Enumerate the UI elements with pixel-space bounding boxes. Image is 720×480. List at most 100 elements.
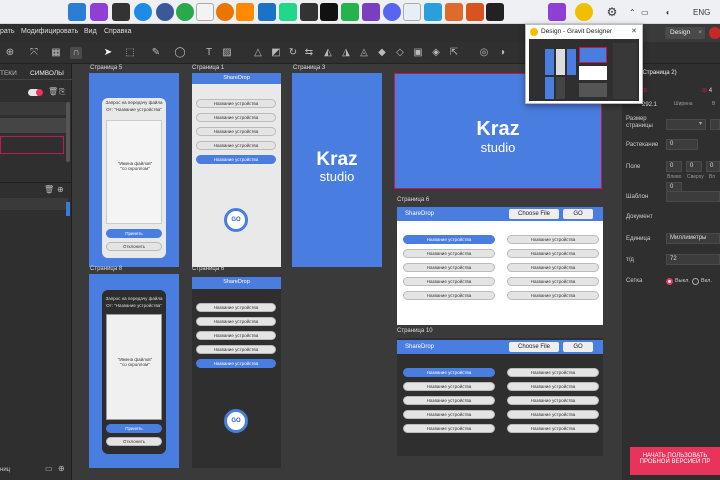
device-item[interactable]: Название устройства bbox=[507, 235, 599, 244]
zoom-icon[interactable]: ⊕ bbox=[4, 47, 16, 59]
fit-icon[interactable]: ⤧ bbox=[28, 47, 40, 59]
app-icon-12[interactable] bbox=[466, 3, 484, 21]
device-item[interactable]: Название устройства bbox=[196, 317, 276, 326]
orientation-select[interactable] bbox=[710, 119, 720, 130]
desktop-icon[interactable] bbox=[68, 3, 86, 21]
margin-left-input[interactable]: 0 bbox=[666, 161, 682, 172]
decline-button[interactable]: Отклонить bbox=[106, 437, 162, 446]
intersect-icon[interactable]: ◇ bbox=[394, 47, 406, 59]
choose-file-button[interactable]: Choose File bbox=[509, 342, 559, 352]
layer-row-selected[interactable] bbox=[0, 136, 64, 154]
decline-button[interactable]: Отклонить bbox=[106, 242, 162, 251]
app-icon-11[interactable] bbox=[445, 3, 463, 21]
close-icon[interactable]: ✕ bbox=[631, 27, 637, 35]
scrollbar[interactable] bbox=[66, 102, 70, 162]
device-item-selected[interactable]: Название устройства bbox=[196, 359, 276, 368]
device-item[interactable]: Название устройства bbox=[196, 331, 276, 340]
page-size-select[interactable]: ▾ bbox=[666, 119, 706, 130]
menu-item-view[interactable]: Вид bbox=[84, 28, 97, 35]
device-item[interactable]: Название устройства bbox=[507, 263, 599, 272]
pen-icon[interactable]: ✎ bbox=[150, 47, 162, 59]
magnet-icon[interactable]: ∩ bbox=[70, 47, 82, 59]
tab-design[interactable]: Design × bbox=[665, 27, 705, 39]
network-icon[interactable]: ▭ bbox=[641, 8, 649, 17]
device-item-selected[interactable]: Название устройства bbox=[196, 155, 276, 164]
chrome-icon[interactable] bbox=[176, 3, 194, 21]
app-icon-3[interactable] bbox=[134, 3, 152, 21]
bleed-input[interactable]: 0 bbox=[666, 139, 698, 150]
layer-row[interactable] bbox=[0, 118, 66, 133]
canvas[interactable]: Страница 5 Запрос на передачу файла От: … bbox=[72, 64, 622, 480]
discord-icon[interactable] bbox=[383, 3, 401, 21]
device-item-selected[interactable]: Название устройства bbox=[403, 368, 495, 377]
app-icon-7[interactable] bbox=[279, 3, 297, 21]
figma-icon[interactable] bbox=[236, 3, 254, 21]
align-icon[interactable]: △ bbox=[252, 47, 264, 59]
go-button[interactable]: GO bbox=[224, 409, 248, 433]
device-item[interactable]: Название устройства bbox=[403, 424, 495, 433]
layer-row[interactable] bbox=[0, 198, 68, 210]
rotate-icon[interactable]: ↻ bbox=[287, 47, 299, 59]
grid-on-radio[interactable] bbox=[692, 278, 699, 285]
telegram-icon[interactable] bbox=[424, 3, 442, 21]
image-icon[interactable]: ▨ bbox=[221, 47, 233, 59]
app-icon-13[interactable] bbox=[486, 3, 504, 21]
flip-icon[interactable]: ⇆ bbox=[303, 47, 315, 59]
layer-row[interactable] bbox=[0, 102, 66, 115]
page-8[interactable]: Запрос на передачу файла От: "Название у… bbox=[89, 274, 179, 468]
app-icon-8[interactable] bbox=[300, 3, 318, 21]
device-item[interactable]: Название устройства bbox=[507, 424, 599, 433]
add-icon[interactable]: ⊕ bbox=[58, 464, 65, 473]
margin-right-input[interactable]: 0 bbox=[706, 161, 720, 172]
pos-y-field[interactable]: ⊞ 4 bbox=[702, 84, 720, 98]
scrollbar[interactable] bbox=[66, 202, 70, 216]
app-icon-4[interactable] bbox=[156, 3, 174, 21]
device-item-selected[interactable]: Название устройства bbox=[403, 235, 495, 244]
trash-icon[interactable]: 🗑 bbox=[44, 185, 54, 194]
boolean-icon[interactable]: ◩ bbox=[270, 47, 282, 59]
accept-button[interactable]: Принять bbox=[106, 424, 162, 433]
units-select[interactable]: Миллиметры bbox=[666, 233, 720, 244]
taskbar-preview[interactable]: Design - Gravit Designer ✕ bbox=[525, 24, 643, 104]
page-label-10[interactable]: Страница 10 bbox=[397, 328, 433, 334]
pycharm-icon[interactable] bbox=[320, 3, 338, 21]
device-item[interactable]: Название устройства bbox=[403, 382, 495, 391]
more-icon[interactable]: ◎ bbox=[478, 47, 490, 59]
grid-icon[interactable]: ▦ bbox=[50, 47, 62, 59]
device-item[interactable]: Название устройства bbox=[507, 291, 599, 300]
arrange-icon[interactable]: ◭ bbox=[322, 47, 334, 59]
menu-item-modify[interactable]: Модифицировать bbox=[21, 28, 78, 35]
accept-button[interactable]: Принять bbox=[106, 229, 162, 238]
device-item[interactable]: Название устройства bbox=[507, 382, 599, 391]
tray-chevron-icon[interactable]: ⌃ bbox=[629, 8, 636, 17]
text-icon[interactable]: T bbox=[203, 47, 215, 59]
page-6-landscape[interactable]: ShareDrop Choose File GO Название устрой… bbox=[397, 207, 603, 325]
app-icon-9[interactable] bbox=[341, 3, 359, 21]
device-item[interactable]: Название устройства bbox=[507, 277, 599, 286]
pointer-icon[interactable]: ➤ bbox=[102, 47, 114, 59]
gravit-taskbar-icon[interactable] bbox=[575, 3, 593, 21]
page-label-8[interactable]: Страница 8 bbox=[90, 266, 122, 272]
device-item[interactable]: Название устройства bbox=[507, 410, 599, 419]
trash-icon[interactable]: 🗑 bbox=[48, 87, 58, 96]
subselect-icon[interactable]: ⬚ bbox=[124, 47, 136, 59]
app-icon-14[interactable] bbox=[548, 3, 566, 21]
app-icon-2[interactable] bbox=[112, 3, 130, 21]
close-icon[interactable]: × bbox=[698, 27, 702, 39]
choose-file-button[interactable]: Choose File bbox=[509, 209, 559, 219]
distribute-icon[interactable]: ◮ bbox=[340, 47, 352, 59]
page-label-3[interactable]: Страница 3 bbox=[293, 65, 325, 71]
add-layer-icon[interactable]: ⊕ bbox=[57, 185, 64, 194]
grid-off-radio[interactable] bbox=[666, 278, 673, 285]
page-label-1[interactable]: Страница 1 bbox=[192, 65, 224, 71]
go-button[interactable]: GO bbox=[224, 208, 248, 232]
start-trial-button[interactable]: НАЧАТЬ ПОЛЬЗОВАТЬ ПРОБНОЙ ВЕРСИЕЙ ПР bbox=[630, 447, 720, 475]
app-icon-1[interactable] bbox=[90, 3, 108, 21]
export-icon[interactable]: ⇱ bbox=[448, 47, 460, 59]
vs-icon[interactable] bbox=[362, 3, 380, 21]
dpi-input[interactable]: 72 bbox=[666, 254, 720, 265]
device-item[interactable]: Название устройства bbox=[196, 99, 276, 108]
group-icon[interactable]: ▣ bbox=[412, 47, 424, 59]
go-button[interactable]: GO bbox=[563, 209, 593, 219]
device-item[interactable]: Название устройства bbox=[196, 127, 276, 136]
